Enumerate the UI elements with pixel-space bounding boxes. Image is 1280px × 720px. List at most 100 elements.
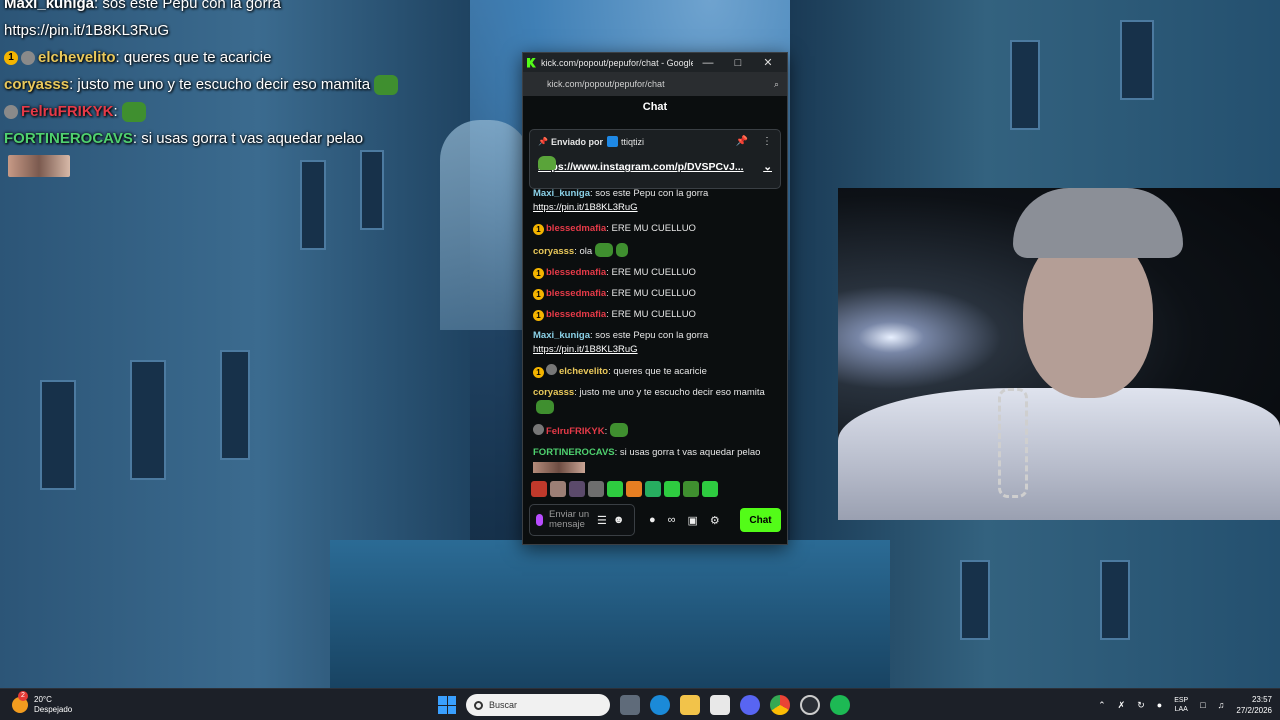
overlay-line: 1 elchevelito : queres que te acaricie: [0, 44, 440, 71]
windows-start-icon[interactable]: [438, 696, 456, 714]
chevron-up-icon[interactable]: ⌃: [1098, 700, 1106, 711]
chat-link[interactable]: https://pin.it/1B8KL3RuG: [533, 344, 638, 355]
network-off-icon[interactable]: ✗: [1118, 700, 1126, 711]
pinned-link[interactable]: https://www.instagram.com/p/DVSPCvJ...: [538, 161, 763, 173]
chat-text: :: [604, 426, 608, 437]
overlay-username: FelruFRIKYK: [21, 103, 114, 120]
pinned-message[interactable]: 📌 Enviado por ttiqtizi 📌 ⋮ https://www.i…: [529, 129, 781, 189]
send-chat-button[interactable]: Chat: [740, 508, 781, 532]
emote-icon[interactable]: [702, 481, 718, 497]
emoji-icon[interactable]: ☻: [613, 514, 625, 526]
close-button[interactable]: ✕: [753, 56, 783, 69]
building-window: [1120, 20, 1154, 100]
clock-date: 27/2/2026: [1236, 706, 1272, 715]
emote-icon[interactable]: [531, 481, 547, 497]
display-icon[interactable]: □: [1200, 700, 1205, 710]
chrome-icon[interactable]: [770, 695, 790, 715]
message-placeholder[interactable]: Enviar un mensaje: [549, 510, 591, 530]
emote-icon[interactable]: [645, 481, 661, 497]
minimize-button[interactable]: —: [693, 57, 723, 69]
expand-chevron-icon[interactable]: ⌄: [763, 161, 772, 173]
emote-icon[interactable]: [683, 481, 699, 497]
maximize-button[interactable]: □: [723, 57, 753, 69]
language-indicator[interactable]: ESP LAA: [1174, 696, 1188, 714]
window-titlebar[interactable]: kick.com/popout/pepufor/chat - Google C.…: [523, 53, 787, 72]
clock[interactable]: 23:57 27/2/2026: [1236, 694, 1272, 716]
chat-username[interactable]: blessedmafia: [546, 288, 606, 299]
emote-icon[interactable]: [607, 481, 623, 497]
weather-badge: 2: [18, 690, 28, 701]
chat-username[interactable]: blessedmafia: [546, 309, 606, 320]
overlay-message: : queres que te acaricie: [115, 49, 272, 66]
emote-icon[interactable]: [626, 481, 642, 497]
weather-widget[interactable]: 2 20°C Despejado: [0, 690, 200, 715]
subscriber-badge-icon: 1: [533, 367, 544, 378]
obs-icon[interactable]: [800, 695, 820, 715]
chat-username[interactable]: elchevelito: [559, 366, 608, 377]
overlay-username: Maxi_kuniga: [4, 0, 95, 12]
overlay-line: FORTINEROCAVS : si usas gorra t vas aque…: [0, 125, 440, 152]
emote-icon[interactable]: [588, 481, 604, 497]
edge-icon[interactable]: [650, 695, 670, 715]
address-bar[interactable]: kick.com/popout/pepufor/chat ⌕: [523, 72, 787, 96]
discord-icon[interactable]: [740, 695, 760, 715]
bridge: [440, 120, 530, 330]
chat-username[interactable]: FelruFRIKYK: [546, 426, 605, 437]
chat-popout-window[interactable]: kick.com/popout/pepufor/chat - Google C.…: [522, 52, 788, 545]
store-icon[interactable]: [710, 695, 730, 715]
pepe-emote-icon: [536, 400, 554, 414]
dots-icon[interactable]: ●: [649, 514, 656, 526]
settings-icon[interactable]: ⚙: [710, 514, 720, 527]
microphone-tray-icon[interactable]: ●: [1157, 700, 1162, 710]
file-explorer-icon[interactable]: [680, 695, 700, 715]
microphone-icon[interactable]: [536, 514, 543, 526]
emote-icon[interactable]: [664, 481, 680, 497]
unpin-icon[interactable]: 📌: [736, 136, 748, 147]
chat-username[interactable]: blessedmafia: [546, 267, 606, 278]
more-options-icon[interactable]: ⋮: [762, 136, 772, 147]
chat-text: : ERE MU CUELLUO: [606, 288, 696, 299]
emote-icon[interactable]: [569, 481, 585, 497]
chat-message: Maxi_kuniga: sos este Pepu con la gorra …: [533, 187, 777, 215]
canal: [330, 540, 890, 688]
pinned-header: 📌 Enviado por ttiqtizi 📌 ⋮: [538, 136, 772, 147]
overlay-message: : justo me uno y te escucho decir eso ma…: [69, 76, 371, 93]
chat-message: 1 blessedmafia: ERE MU CUELLUO: [533, 287, 777, 301]
overlay-line: https://pin.it/1B8KL3RuG: [0, 17, 440, 44]
chat-text: : sos este Pepu con la gorra: [590, 188, 709, 199]
chat-text: : queres que te acaricie: [608, 366, 707, 377]
chat-text: : ola: [574, 246, 593, 257]
taskbar-search[interactable]: Buscar: [466, 694, 610, 716]
volume-icon[interactable]: ♫: [1218, 700, 1225, 710]
chat-username[interactable]: FORTINEROCAVS: [533, 447, 615, 458]
chat-username[interactable]: coryasss: [533, 246, 574, 257]
overlay-message: :: [113, 103, 118, 120]
overlay-username: elchevelito: [38, 49, 116, 66]
spotify-icon[interactable]: [830, 695, 850, 715]
subscriber-badge-icon: 1: [533, 289, 544, 300]
gif-icon[interactable]: ☰: [597, 514, 607, 527]
infinity-icon[interactable]: ∞: [668, 514, 676, 526]
clover-emote-icon: [616, 243, 629, 257]
language-bottom: LAA: [1174, 706, 1188, 713]
chat-message: coryasss: ola: [533, 243, 777, 259]
stream-chat-overlay: Maxi_kuniga : sos este Pepu con la gorra…: [0, 0, 440, 179]
clock-time: 23:57: [1251, 695, 1272, 704]
zoom-icon[interactable]: ⌕: [774, 79, 779, 90]
chat-username[interactable]: Maxi_kuniga: [533, 330, 590, 341]
chat-input-bar: Enviar un mensaje ☰ ☻ ● ∞ ▣ ⚙ Chat: [529, 504, 781, 536]
address-url[interactable]: kick.com/popout/pepufor/chat: [547, 79, 774, 89]
task-view-icon[interactable]: [620, 695, 640, 715]
overlay-line: coryasss : justo me uno y te escucho dec…: [0, 71, 440, 98]
weather-condition: Despejado: [34, 704, 73, 714]
emote-icon[interactable]: [550, 481, 566, 497]
chat-link[interactable]: https://pin.it/1B8KL3RuG: [533, 202, 638, 213]
pinned-user[interactable]: ttiqtizi: [621, 137, 644, 147]
chat-username[interactable]: blessedmafia: [546, 223, 606, 234]
message-input[interactable]: Enviar un mensaje ☰ ☻: [529, 504, 635, 536]
chat-username[interactable]: coryasss: [533, 387, 574, 398]
store-icon[interactable]: ▣: [688, 514, 698, 527]
sync-icon[interactable]: ↻: [1137, 700, 1145, 711]
chat-username[interactable]: Maxi_kuniga: [533, 188, 590, 199]
frog-emote-icon: [595, 243, 614, 257]
